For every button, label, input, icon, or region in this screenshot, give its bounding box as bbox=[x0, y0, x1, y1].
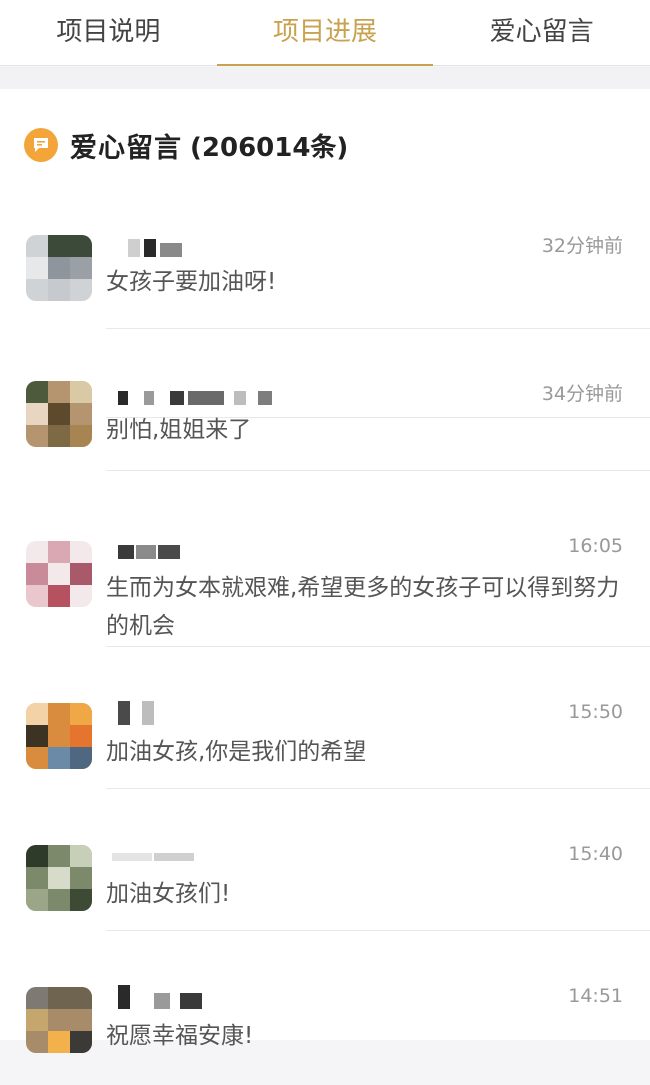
comment-text: 加油女孩,你是我们的希望 bbox=[106, 739, 367, 765]
message-count: (206014条) bbox=[190, 132, 349, 163]
tab-project-description[interactable]: 项目说明 bbox=[0, 0, 217, 65]
tab-bar: 项目说明 项目进展 爱心留言 bbox=[0, 0, 650, 66]
tab-project-progress[interactable]: 项目进展 bbox=[216, 0, 434, 66]
comment-text: 女孩子要加油呀! bbox=[106, 269, 277, 295]
username-blurred bbox=[108, 843, 208, 869]
avatar[interactable] bbox=[26, 541, 92, 607]
divider bbox=[106, 930, 650, 931]
divider bbox=[106, 646, 650, 647]
comment-time: 16:05 bbox=[568, 535, 623, 557]
comment-item: 14:51 祝愿幸福安康! bbox=[0, 945, 650, 1085]
comment-text: 别怕,姐姐来了 bbox=[106, 417, 252, 443]
comment-text: 加油女孩们! bbox=[106, 881, 231, 907]
section-gap bbox=[0, 67, 650, 89]
message-icon bbox=[24, 128, 58, 162]
comment-item: 15:50 加油女孩,你是我们的希望 bbox=[0, 661, 650, 803]
messages-panel: 爱心留言 (206014条) 32分钟前 女孩子要加油呀! 34分钟前 别怕,姐… bbox=[0, 89, 650, 1053]
divider bbox=[106, 470, 650, 471]
comment-time: 34分钟前 bbox=[541, 383, 623, 405]
avatar[interactable] bbox=[26, 987, 92, 1053]
divider bbox=[106, 788, 650, 789]
username-blurred bbox=[108, 985, 218, 1011]
comment-item: 16:05 生而为女本就艰难,希望更多的女孩子可以得到努力的机会 bbox=[0, 485, 650, 661]
comment-item: 32分钟前 女孩子要加油呀! bbox=[0, 213, 650, 418]
comment-list: 32分钟前 女孩子要加油呀! 34分钟前 别怕,姐姐来了 16:05 生而为女本… bbox=[0, 213, 650, 1085]
comment-time: 32分钟前 bbox=[541, 235, 623, 257]
comment-time: 15:50 bbox=[568, 701, 623, 723]
comment-text: 生而为女本就艰难,希望更多的女孩子可以得到努力的机会 bbox=[106, 575, 620, 639]
avatar[interactable] bbox=[26, 235, 92, 301]
divider bbox=[106, 328, 650, 329]
avatar[interactable] bbox=[26, 703, 92, 769]
username-blurred bbox=[108, 539, 188, 565]
section-title: 爱心留言 bbox=[70, 132, 182, 164]
section-header: 爱心留言 (206014条) bbox=[24, 127, 349, 164]
comment-item: 15:40 加油女孩们! bbox=[0, 803, 650, 945]
comment-time: 15:40 bbox=[568, 843, 623, 865]
comment-time: 14:51 bbox=[568, 985, 623, 1007]
avatar[interactable] bbox=[26, 381, 92, 447]
comment-item: 34分钟前 别怕,姐姐来了 bbox=[0, 343, 650, 485]
tab-love-messages[interactable]: 爱心留言 bbox=[433, 0, 650, 65]
username-blurred bbox=[108, 235, 188, 261]
avatar[interactable] bbox=[26, 845, 92, 911]
comment-text: 祝愿幸福安康! bbox=[106, 1023, 254, 1049]
username-blurred bbox=[108, 385, 278, 411]
username-blurred bbox=[108, 701, 168, 727]
